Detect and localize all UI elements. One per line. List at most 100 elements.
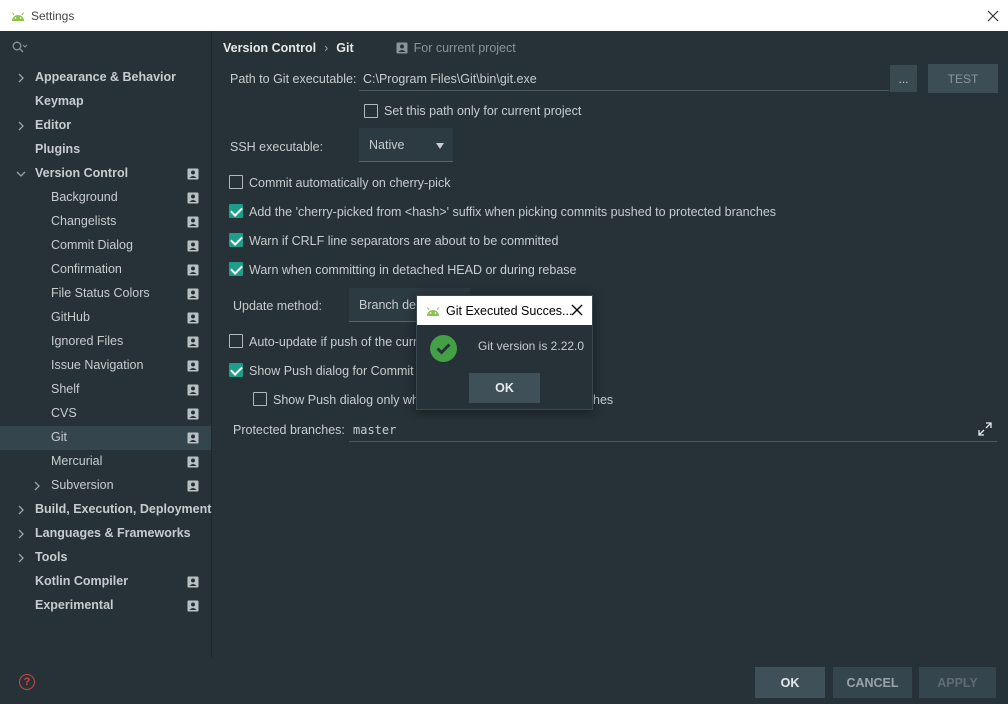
crlf-warning-checkbox[interactable] xyxy=(229,233,243,247)
protected-branches-value: master xyxy=(353,422,397,437)
chevron-right-icon[interactable] xyxy=(32,481,42,491)
project-icon xyxy=(187,216,199,228)
update-method-value: Branch def xyxy=(359,297,420,312)
sidebar-item-label: Commit Dialog xyxy=(51,238,133,252)
success-check-icon xyxy=(430,335,457,362)
chevron-right-icon[interactable] xyxy=(16,505,26,515)
project-icon xyxy=(187,600,199,612)
sidebar-item-label: Editor xyxy=(35,118,72,132)
chevron-right-icon[interactable] xyxy=(16,73,26,83)
chevron-right-icon[interactable] xyxy=(16,121,26,131)
sidebar-item[interactable]: Appearance & Behavior xyxy=(0,66,211,90)
sidebar-item[interactable]: Editor xyxy=(0,114,211,138)
cherry-suffix-checkbox[interactable] xyxy=(229,204,243,218)
show-push-only-label: Show Push dialog only whe xyxy=(273,393,426,407)
sidebar-item[interactable]: Shelf xyxy=(0,378,211,402)
project-icon xyxy=(187,408,199,420)
help-icon[interactable]: ? xyxy=(19,674,35,690)
protected-branches-input[interactable]: master xyxy=(349,418,997,442)
project-icon xyxy=(187,240,199,252)
auto-update-checkbox[interactable] xyxy=(229,334,243,348)
sidebar-item[interactable]: Keymap xyxy=(0,90,211,114)
git-path-label: Path to Git executable: xyxy=(230,72,357,86)
sidebar-item-label: Ignored Files xyxy=(51,334,124,348)
expand-icon[interactable] xyxy=(978,422,992,436)
sidebar-item-label: Plugins xyxy=(35,142,81,156)
chevron-down-icon[interactable] xyxy=(16,169,26,179)
dialog-title-bar: Git Executed Succes... xyxy=(417,296,592,325)
sidebar-item[interactable]: Plugins xyxy=(0,138,211,162)
sidebar-item[interactable]: Tools xyxy=(0,546,211,570)
git-path-input[interactable]: C:\Program Files\Git\bin\git.exe xyxy=(359,67,889,91)
breadcrumb-current: Git xyxy=(336,41,354,55)
sidebar-item[interactable]: Changelists xyxy=(0,210,211,234)
dialog-title: Git Executed Succes... xyxy=(446,303,573,318)
project-icon xyxy=(187,432,199,444)
sidebar-item-label: Build, Execution, Deployment xyxy=(35,502,212,516)
browse-button[interactable]: ... xyxy=(890,65,917,92)
sidebar-item[interactable]: Confirmation xyxy=(0,258,211,282)
project-icon xyxy=(187,384,199,396)
apply-button[interactable]: APPLY xyxy=(919,667,996,698)
detached-head-checkbox[interactable] xyxy=(229,262,243,276)
dialog-ok-button[interactable]: OK xyxy=(469,373,540,403)
sidebar-item-label: GitHub xyxy=(51,310,90,324)
window-title-bar: Settings xyxy=(0,0,1008,31)
project-icon xyxy=(396,42,408,54)
sidebar-item[interactable]: File Status Colors xyxy=(0,282,211,306)
sidebar-item-label: Experimental xyxy=(35,598,114,612)
sidebar-item[interactable]: Experimental xyxy=(0,594,211,618)
sidebar-item[interactable]: Background xyxy=(0,186,211,210)
sidebar-item[interactable]: CVS xyxy=(0,402,211,426)
sidebar-item-label: Mercurial xyxy=(51,454,103,468)
sidebar-item[interactable]: Build, Execution, Deployment xyxy=(0,498,211,522)
project-scope-label: For current project xyxy=(413,41,516,55)
project-icon xyxy=(187,192,199,204)
close-icon[interactable] xyxy=(982,5,1004,27)
show-push-only-checkbox[interactable] xyxy=(253,392,267,406)
protected-branches-label: Protected branches: xyxy=(233,423,345,437)
chevron-right-icon[interactable] xyxy=(16,553,26,563)
sidebar-item[interactable]: Mercurial xyxy=(0,450,211,474)
breadcrumb-parent[interactable]: Version Control xyxy=(223,41,316,55)
sidebar-item-label: Version Control xyxy=(35,166,129,180)
project-icon xyxy=(187,576,199,588)
git-success-dialog: Git Executed Succes... Git version is 2.… xyxy=(416,295,593,410)
settings-sidebar: Appearance & Behavior Keymap Editor Plugins… xyxy=(0,31,212,658)
chevron-right-icon[interactable] xyxy=(16,529,26,539)
path-only-project-checkbox[interactable] xyxy=(364,104,378,118)
test-button[interactable]: TEST xyxy=(928,64,998,93)
ssh-label: SSH executable: xyxy=(230,140,324,154)
sidebar-item[interactable]: Version Control xyxy=(0,162,211,186)
commit-cherry-pick-label: Commit automatically on cherry-pick xyxy=(249,176,451,190)
sidebar-item-label: CVS xyxy=(51,406,77,420)
sidebar-item-label: Confirmation xyxy=(51,262,122,276)
project-icon xyxy=(187,312,199,324)
sidebar-item-label: Git xyxy=(51,430,67,444)
ok-button[interactable]: OK xyxy=(755,667,825,698)
sidebar-item-label: Issue Navigation xyxy=(51,358,144,372)
cancel-button[interactable]: CANCEL xyxy=(833,667,912,698)
sidebar-item[interactable]: Kotlin Compiler xyxy=(0,570,211,594)
sidebar-item[interactable]: GitHub xyxy=(0,306,211,330)
crlf-warning-label: Warn if CRLF line separators are about t… xyxy=(249,234,559,248)
sidebar-item[interactable]: Git xyxy=(0,426,211,450)
ssh-select[interactable]: Native xyxy=(359,128,453,162)
sidebar-item[interactable]: Issue Navigation xyxy=(0,354,211,378)
sidebar-item-label: Tools xyxy=(35,550,68,564)
project-icon xyxy=(187,480,199,492)
dialog-close-icon[interactable] xyxy=(570,303,584,317)
settings-search-input[interactable] xyxy=(10,39,200,57)
sidebar-item[interactable]: Subversion xyxy=(0,474,211,498)
git-path-value: C:\Program Files\Git\bin\git.exe xyxy=(363,71,537,86)
sidebar-item[interactable]: Ignored Files xyxy=(0,330,211,354)
commit-cherry-pick-checkbox[interactable] xyxy=(229,175,243,189)
show-push-dialog-checkbox[interactable] xyxy=(229,363,243,377)
sidebar-item[interactable]: Commit Dialog xyxy=(0,234,211,258)
sidebar-item-label: Changelists xyxy=(51,214,117,228)
show-push-only-label-tail: hes xyxy=(593,393,614,407)
sidebar-item[interactable]: Languages & Frameworks xyxy=(0,522,211,546)
detached-head-label: Warn when committing in detached HEAD or… xyxy=(249,263,577,277)
project-icon xyxy=(187,288,199,300)
sidebar-item-label: Shelf xyxy=(51,382,80,396)
